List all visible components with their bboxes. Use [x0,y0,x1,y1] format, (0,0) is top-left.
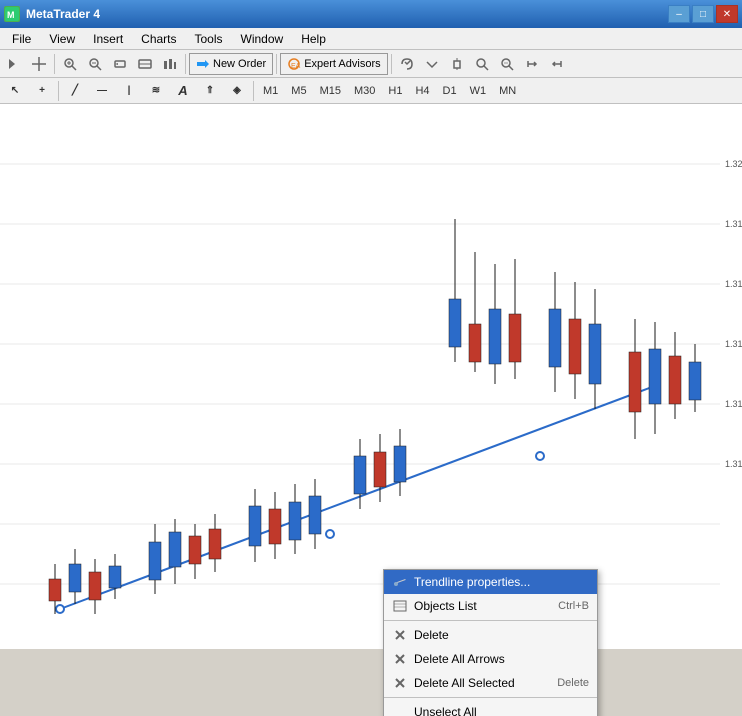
delete-icon [392,627,408,643]
draw-line[interactable]: ╱ [62,80,88,102]
title-bar-controls: – □ ✕ [668,5,738,23]
toolbar2: ↖ + ╱ — | ≋ A ⇑ ◈ M1 M5 M15 M30 H1 H4 D1… [0,78,742,104]
draw-arrow[interactable]: ↖ [2,80,28,102]
chart-svg: 1.320 1.318 1.316 1.314 1.312 1.310 [0,104,742,649]
ctx-delete-all-selected[interactable]: Delete All Selected Delete [384,671,597,695]
svg-text:M: M [7,10,15,20]
ctx-delete[interactable]: Delete [384,623,597,647]
separator1 [54,54,55,74]
toolbar-btn-nav2[interactable] [545,53,569,75]
menu-view[interactable]: View [41,30,83,48]
delete-all-selected-icon [392,675,408,691]
ctx-trendline-label: Trendline properties... [414,575,530,589]
tf-m30[interactable]: M30 [348,81,381,101]
toolbar-btn-magnify2[interactable] [495,53,519,75]
menu-file[interactable]: File [4,30,39,48]
objects-list-icon [392,598,408,614]
ctx-sep2 [384,697,597,698]
svg-text:EA: EA [291,63,301,70]
ctx-delete-label: Delete [414,628,449,642]
toolbar-btn-chart[interactable] [158,53,182,75]
separator3 [276,54,277,74]
tf-w1[interactable]: W1 [464,81,493,101]
toolbar-btn-nav1[interactable] [520,53,544,75]
ctx-delete-all-arrows[interactable]: Delete All Arrows [384,647,597,671]
svg-text:1.310: 1.310 [725,459,742,469]
expert-advisors-label: Expert Advisors [304,58,380,70]
toolbar-btn-scroll[interactable] [108,53,132,75]
menu-tools[interactable]: Tools [187,30,231,48]
toolbar-btn-magnify[interactable] [470,53,494,75]
menu-insert[interactable]: Insert [85,30,131,48]
tf-m5[interactable]: M5 [285,81,312,101]
ctx-objects-list-shortcut: Ctrl+B [558,600,589,612]
tf-m1[interactable]: M1 [257,81,284,101]
unselect-all-icon [392,704,408,716]
ctx-trendline-properties[interactable]: Trendline properties... [384,570,597,594]
main-layout: M MetaTrader 4 – □ ✕ File View Insert Ch… [0,0,742,716]
chart-wrapper: 1.320 1.318 1.316 1.314 1.312 1.310 [0,104,742,716]
title-bar-left: M MetaTrader 4 [4,6,100,22]
svg-text:1.320: 1.320 [725,159,742,169]
svg-text:1.314: 1.314 [725,339,742,349]
menu-help[interactable]: Help [293,30,334,48]
tf-m15[interactable]: M15 [314,81,347,101]
draw-shape[interactable]: ◈ [224,80,250,102]
ctx-delete-all-arrows-label: Delete All Arrows [414,652,505,666]
tf-h4[interactable]: H4 [409,81,435,101]
toolbar-btn-crosshair[interactable] [27,53,51,75]
new-order-button[interactable]: New Order [189,53,273,75]
ctx-delete-all-selected-shortcut: Delete [557,677,589,689]
separator4 [391,54,392,74]
trendline-properties-icon [392,574,408,590]
menu-charts[interactable]: Charts [133,30,184,48]
ctx-unselect-all-label: Unselect All [414,705,477,716]
ctx-objects-list-label: Objects List [414,599,477,613]
draw-vline[interactable]: | [116,80,142,102]
title-bar-title: MetaTrader 4 [26,7,100,21]
tf-d1[interactable]: D1 [437,81,463,101]
app-icon: M [4,6,20,22]
tb2-sep1 [58,81,59,101]
context-menu: Trendline properties... Objects List Ctr… [383,569,598,716]
separator2 [185,54,186,74]
ctx-unselect-all[interactable]: Unselect All [384,700,597,716]
expert-advisors-button[interactable]: EA Expert Advisors [280,53,387,75]
tf-h1[interactable]: H1 [382,81,408,101]
menu-bar: File View Insert Charts Tools Window Hel… [0,28,742,50]
maximize-button[interactable]: □ [692,5,714,23]
draw-text[interactable]: A [170,80,196,102]
toolbar-btn-history[interactable] [395,53,419,75]
toolbar-btn-down[interactable] [420,53,444,75]
title-bar: M MetaTrader 4 – □ ✕ [0,0,742,28]
new-order-label: New Order [213,58,266,70]
svg-text:1.318: 1.318 [725,219,742,229]
toolbar-btn-zoomout[interactable] [83,53,107,75]
toolbar-btn-zoomin[interactable] [58,53,82,75]
svg-text:1.316: 1.316 [725,279,742,289]
toolbar-btn-home[interactable] [133,53,157,75]
toolbar-btn-arrow[interactable] [2,53,26,75]
draw-fib[interactable]: ≋ [143,80,169,102]
draw-crosshair[interactable]: + [29,80,55,102]
ctx-delete-all-selected-label: Delete All Selected [414,676,515,690]
delete-all-arrows-icon [392,651,408,667]
draw-arrow2[interactable]: ⇑ [197,80,223,102]
toolbar-btn-candle[interactable] [445,53,469,75]
svg-text:1.312: 1.312 [725,399,742,409]
draw-hline[interactable]: — [89,80,115,102]
toolbar1: New Order EA Expert Advisors [0,50,742,78]
ctx-objects-list[interactable]: Objects List Ctrl+B [384,594,597,618]
menu-window[interactable]: Window [233,30,292,48]
tf-mn[interactable]: MN [493,81,522,101]
minimize-button[interactable]: – [668,5,690,23]
close-button[interactable]: ✕ [716,5,738,23]
tb2-sep2 [253,81,254,101]
ctx-sep1 [384,620,597,621]
